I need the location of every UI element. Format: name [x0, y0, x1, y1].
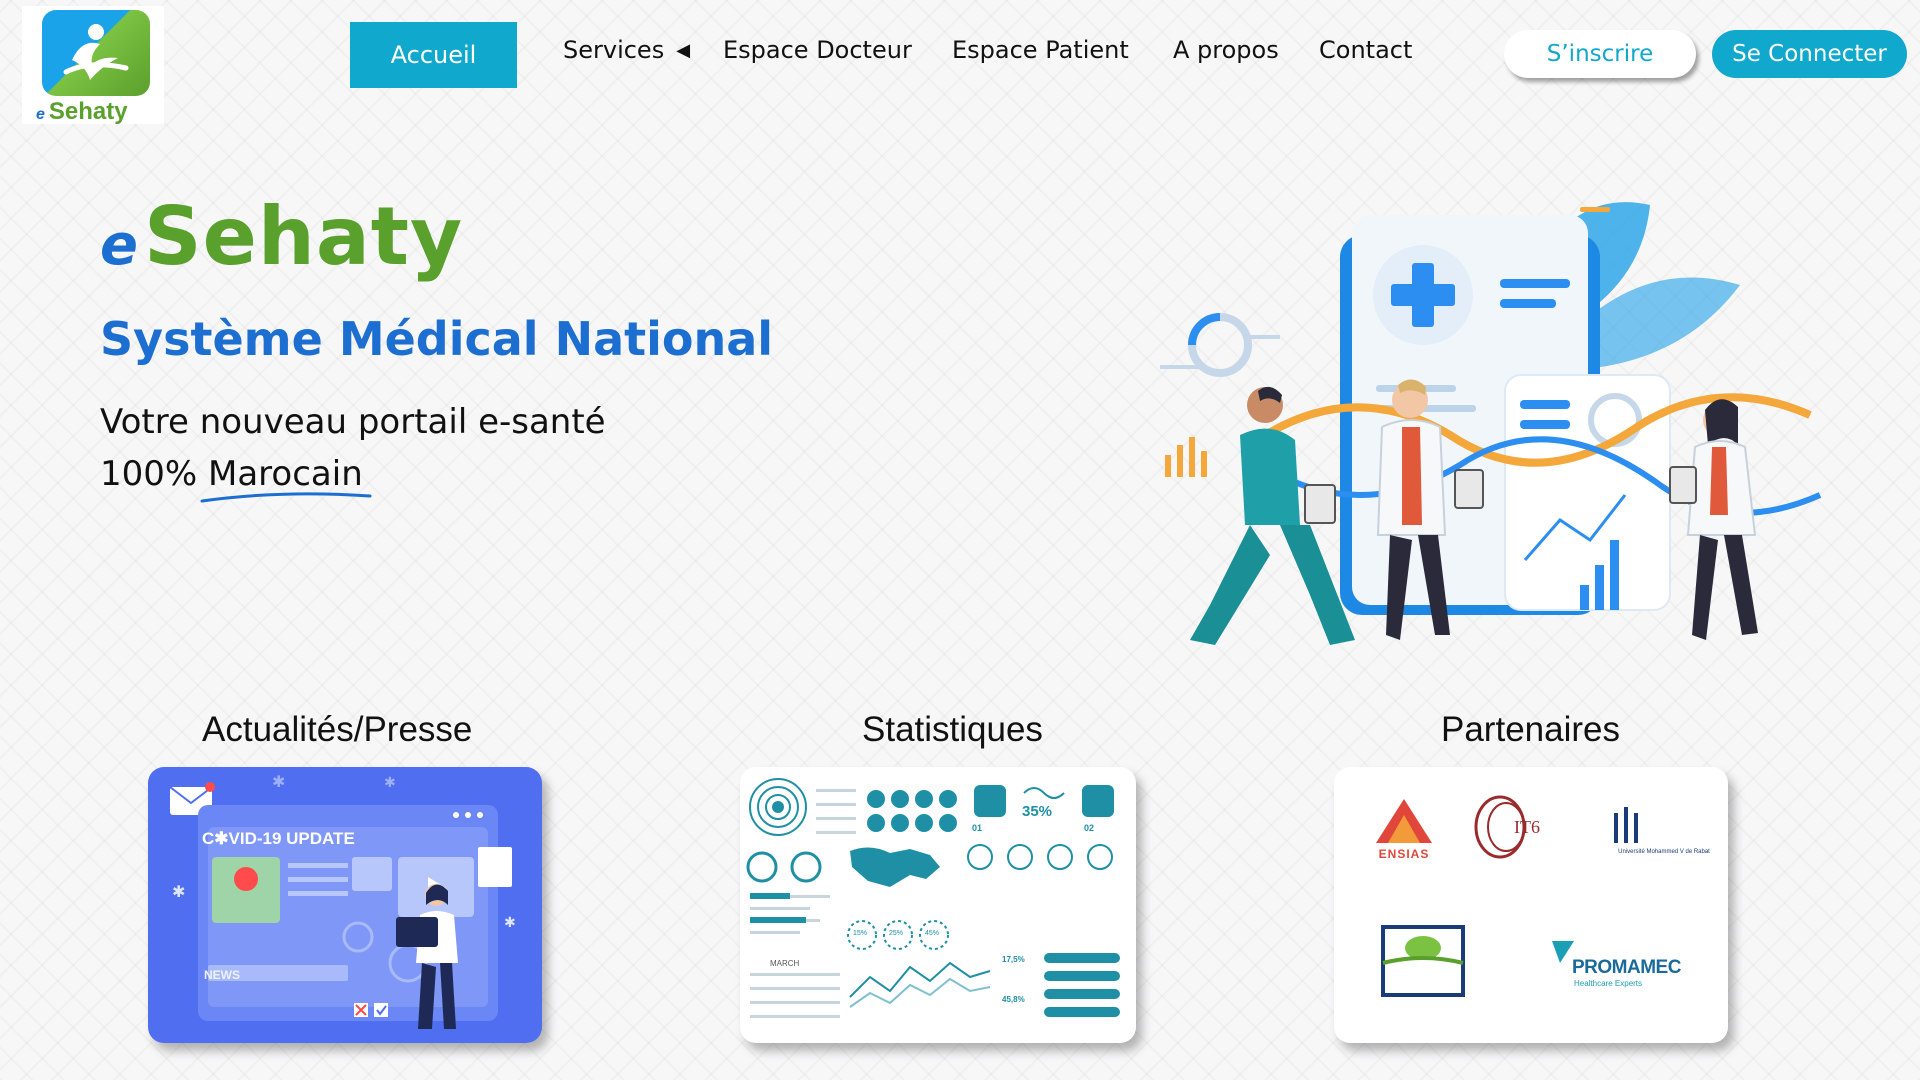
partners-section-title: Partenaires	[1441, 710, 1620, 749]
partner-promamec-sub: Healthcare Experts	[1574, 979, 1643, 988]
hero-tagline-word: Marocain	[208, 454, 363, 494]
stats-kpi-c: 45%	[925, 930, 940, 937]
svg-text:✱: ✱	[172, 882, 185, 901]
news-section-title: Actualités/Presse	[202, 710, 473, 749]
stats-card[interactable]: 35% 01 02 15% 25% 45% 17,5% 45,8% MARCH	[740, 767, 1136, 1043]
site-logo[interactable]: e Sehaty	[22, 6, 164, 125]
stats-kpi-b: 25%	[889, 930, 904, 937]
stats-kpi-top: 35%	[1022, 803, 1053, 820]
signup-button[interactable]: S’inscrire	[1504, 30, 1696, 78]
nav-patient-space[interactable]: Espace Patient	[952, 36, 1129, 64]
partner-ensias: ENSIAS	[1378, 847, 1430, 861]
stats-month: MARCH	[770, 959, 800, 968]
partners-card[interactable]: ENSIAS IT6 Université Mohammed V de Raba…	[1334, 767, 1728, 1043]
stats-index-01: 01	[972, 823, 983, 833]
partner-university: Université Mohammed V de Rabat	[1618, 849, 1710, 855]
nav-home-button[interactable]: Accueil	[350, 22, 517, 88]
partner-promamec: PROMAMEC	[1572, 957, 1681, 978]
news-card-title: C✱VID-19 UPDATE	[202, 829, 355, 848]
covid-update-illustration: ✱ ✱ ✱ ✱	[169, 772, 516, 1029]
hero-tagline-percent: 100%	[100, 454, 198, 494]
caret-left-icon: ◀	[676, 40, 691, 61]
nav-contact[interactable]: Contact	[1319, 36, 1412, 64]
stats-index-02: 02	[1084, 823, 1095, 833]
hero-brand-prefix: e	[100, 213, 138, 278]
logo-person-icon	[42, 10, 150, 96]
hero-brand-name: Sehaty	[143, 190, 464, 283]
hero-medical-team-illustration	[1160, 202, 1822, 645]
svg-text:✱: ✱	[384, 775, 396, 791]
hero-tagline-line1: Votre nouveau portail e-santé	[100, 402, 606, 442]
news-card-label: NEWS	[204, 968, 240, 982]
infographic-illustration	[746, 778, 1120, 1018]
nav-doctor-space[interactable]: Espace Docteur	[723, 36, 912, 64]
partner-it6: IT6	[1514, 817, 1540, 837]
svg-text:✱: ✱	[504, 915, 516, 931]
logo-text: e Sehaty	[36, 98, 128, 125]
partner-logos	[1376, 795, 1638, 997]
hero-tagline-line2: 100% Marocain	[100, 454, 363, 494]
nav-services-label: Services	[563, 36, 665, 64]
svg-text:✱: ✱	[272, 772, 285, 791]
stats-section-title: Statistiques	[862, 710, 1043, 749]
login-button[interactable]: Se Connecter	[1712, 30, 1907, 78]
hero-subtitle: Système Médical National	[100, 312, 774, 366]
stats-kpi-a: 15%	[853, 930, 868, 937]
news-card[interactable]: ✱ ✱ ✱ ✱ C✱VID-19 UPDATE NEWS	[148, 767, 542, 1043]
stats-kpi-e: 45,8%	[1002, 995, 1025, 1004]
nav-services[interactable]: Services ◀	[563, 36, 690, 64]
hero-brand: eSehaty	[100, 190, 463, 283]
nav-about[interactable]: A propos	[1173, 36, 1279, 64]
stats-kpi-d: 17,5%	[1002, 955, 1025, 964]
underline-swoosh	[200, 492, 372, 503]
